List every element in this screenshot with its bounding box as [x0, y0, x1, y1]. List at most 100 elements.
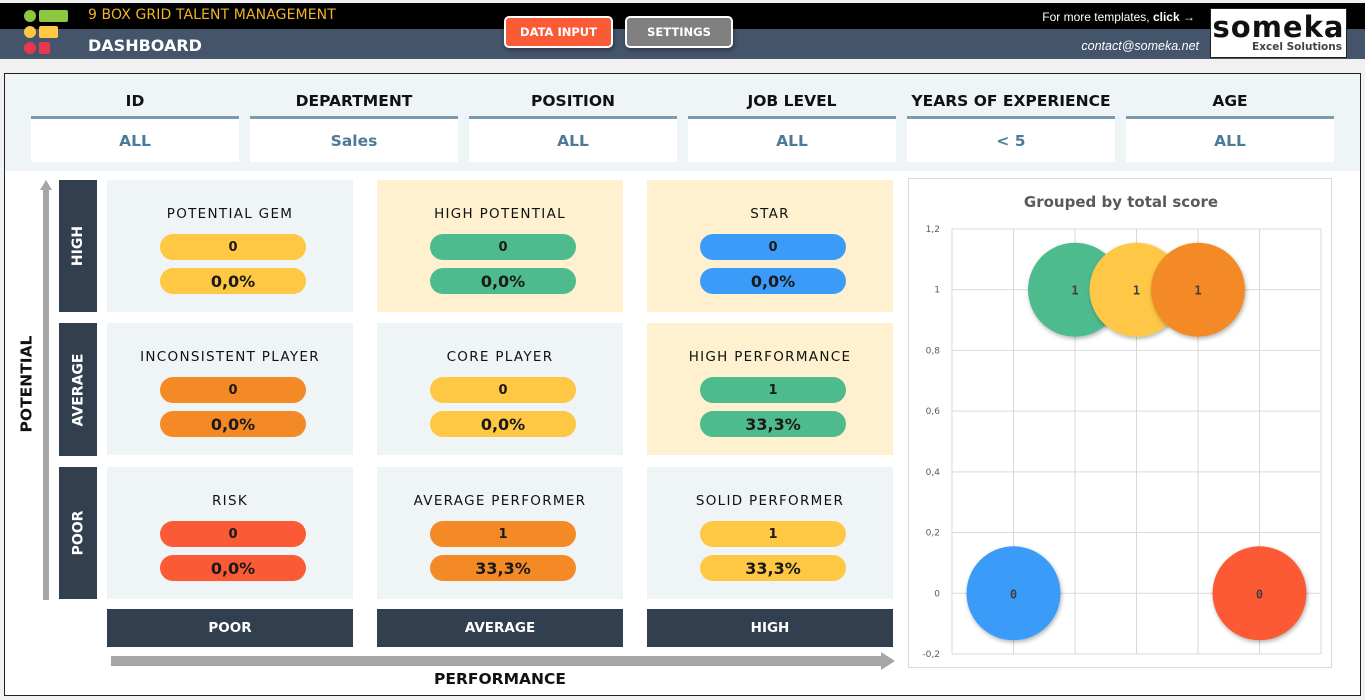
page-title: DASHBOARD	[88, 36, 202, 55]
y-tick-label: 0,6	[926, 407, 941, 417]
y-tick-label: -0,2	[922, 650, 940, 660]
grid-cell-risk: RISK 0 0,0%	[107, 467, 353, 599]
filter-label: DEPARTMENT	[295, 92, 413, 110]
row-label-text: AVERAGE	[70, 353, 87, 426]
happy-face-icon	[24, 10, 36, 22]
y-tick-label: 0,8	[926, 346, 941, 356]
cell-title: RISK	[212, 493, 248, 509]
filter-id: ID ALL	[31, 86, 239, 162]
y-tick-label: 1	[934, 286, 940, 296]
filter-bar: ID ALL DEPARTMENT Sales POSITION ALL JOB…	[5, 74, 1360, 171]
contact-email[interactable]: contact@someka.net	[1081, 39, 1199, 53]
row-label-high: HIGH	[59, 180, 97, 312]
cell-percent-badge: 0,0%	[430, 411, 576, 437]
cell-count-badge: 0	[160, 234, 306, 260]
grid-cell-star: STAR 0 0,0%	[647, 180, 893, 312]
cell-percent-badge: 0,0%	[160, 555, 306, 581]
red-bar-icon	[39, 42, 50, 54]
cell-title: POTENTIAL GEM	[166, 206, 294, 222]
app-logo-icon	[22, 7, 72, 57]
bubble-data-label: 0	[1010, 587, 1017, 601]
cell-title: HIGH POTENTIAL	[434, 206, 566, 222]
app-title: 9 BOX GRID TALENT MANAGEMENT	[88, 7, 336, 23]
cell-percent-badge: 33,3%	[700, 555, 846, 581]
cell-title: INCONSISTENT PLAYER	[140, 349, 320, 365]
cell-title: SOLID PERFORMER	[695, 493, 845, 509]
grid-cell-average-performer: AVERAGE PERFORMER 1 33,3%	[377, 467, 623, 599]
data-input-button[interactable]: DATA INPUT	[504, 16, 613, 48]
col-label-poor: POOR	[107, 609, 353, 647]
y-tick-label: 1,2	[926, 225, 940, 235]
cell-title: HIGH PERFORMANCE	[688, 349, 852, 365]
app-header: 9 BOX GRID TALENT MANAGEMENT DASHBOARD D…	[0, 0, 1365, 62]
row-label-average: AVERAGE	[59, 323, 97, 456]
cell-count-badge: 0	[160, 521, 306, 547]
cell-count-badge: 1	[430, 521, 576, 547]
cell-title: AVERAGE PERFORMER	[413, 493, 587, 509]
click-link[interactable]: click →	[1153, 10, 1195, 24]
neutral-face-icon	[24, 26, 36, 38]
settings-button[interactable]: SETTINGS	[625, 16, 733, 48]
cell-percent-badge: 33,3%	[430, 555, 576, 581]
yellow-bar-icon	[39, 26, 58, 38]
grid-cell-potential-gem: POTENTIAL GEM 0 0,0%	[107, 180, 353, 312]
bubble-data-label: 1	[1133, 284, 1140, 298]
filter-label: POSITION	[531, 92, 615, 110]
cell-count-badge: 0	[430, 234, 576, 260]
cell-count-badge: 0	[160, 377, 306, 403]
bubble-data-label: 1	[1071, 284, 1078, 298]
filter-job-level-select[interactable]: ALL	[688, 116, 896, 162]
performance-arrow-icon	[111, 652, 895, 670]
filter-id-select[interactable]: ALL	[31, 116, 239, 162]
filter-job-level: JOB LEVEL ALL	[688, 86, 896, 162]
grid-cell-solid-performer: SOLID PERFORMER 1 33,3%	[647, 467, 893, 599]
filter-years-of-experience: YEARS OF EXPERIENCE < 5	[907, 86, 1115, 162]
row-label-text: POOR	[70, 510, 86, 556]
cell-percent-badge: 0,0%	[700, 268, 846, 294]
cell-count-badge: 0	[700, 234, 846, 260]
cell-percent-badge: 0,0%	[160, 268, 306, 294]
row-label-poor: POOR	[59, 467, 97, 599]
cell-title: CORE PLAYER	[446, 349, 554, 365]
cell-percent-badge: 33,3%	[700, 411, 846, 437]
brand-name: someka	[1212, 9, 1345, 44]
grid-cell-high-performance: HIGH PERFORMANCE 1 33,3%	[647, 323, 893, 455]
filter-position-select[interactable]: ALL	[469, 116, 677, 162]
brand-subtitle: Excel Solutions	[1252, 40, 1342, 53]
filter-department: DEPARTMENT Sales	[250, 86, 458, 162]
chart-title: Grouped by total score	[1024, 193, 1218, 211]
bubble-data-label: 1	[1194, 284, 1201, 298]
cell-count-badge: 0	[430, 377, 576, 403]
dashboard-panel: ID ALL DEPARTMENT Sales POSITION ALL JOB…	[4, 73, 1361, 696]
filter-years-select[interactable]: < 5	[907, 116, 1115, 162]
filter-department-select[interactable]: Sales	[250, 116, 458, 162]
col-label-high: HIGH	[647, 609, 893, 647]
potential-arrow-icon	[40, 180, 52, 600]
performance-axis-title: PERFORMANCE	[434, 670, 566, 688]
more-templates-link[interactable]: For more templates, click →	[1042, 10, 1195, 24]
more-templates-text: For more templates,	[1042, 10, 1153, 24]
col-label-average: AVERAGE	[377, 609, 623, 647]
grid-cell-inconsistent-player: INCONSISTENT PLAYER 0 0,0%	[107, 323, 353, 455]
filter-label: ID	[125, 92, 145, 110]
filter-label: AGE	[1212, 92, 1248, 110]
cell-count-badge: 1	[700, 377, 846, 403]
bubble-chart: Grouped by total score -0,2 0 0,2 0,4 0,6 0,8 1…	[908, 178, 1332, 668]
someka-logo[interactable]: someka Excel Solutions	[1210, 8, 1347, 58]
bubble-chart-svg: Grouped by total score -0,2 0 0,2 0,4 0,6 0,8 1…	[922, 193, 1322, 660]
green-bar-icon	[39, 10, 68, 22]
bubble-data-label: 0	[1256, 587, 1263, 601]
y-tick-label: 0,4	[926, 468, 941, 478]
filter-age: AGE ALL	[1126, 86, 1334, 162]
cell-percent-badge: 0,0%	[160, 411, 306, 437]
y-tick-label: 0	[934, 589, 940, 599]
cell-count-badge: 1	[700, 521, 846, 547]
row-label-text: HIGH	[70, 225, 87, 267]
potential-axis-text: POTENTIAL	[17, 335, 36, 433]
sad-face-icon	[24, 42, 36, 54]
y-tick-label: 0,2	[926, 529, 940, 539]
filter-age-select[interactable]: ALL	[1126, 116, 1334, 162]
filter-label: JOB LEVEL	[747, 92, 837, 110]
grid-cell-high-potential: HIGH POTENTIAL 0 0,0%	[377, 180, 623, 312]
filter-label: YEARS OF EXPERIENCE	[911, 92, 1111, 110]
